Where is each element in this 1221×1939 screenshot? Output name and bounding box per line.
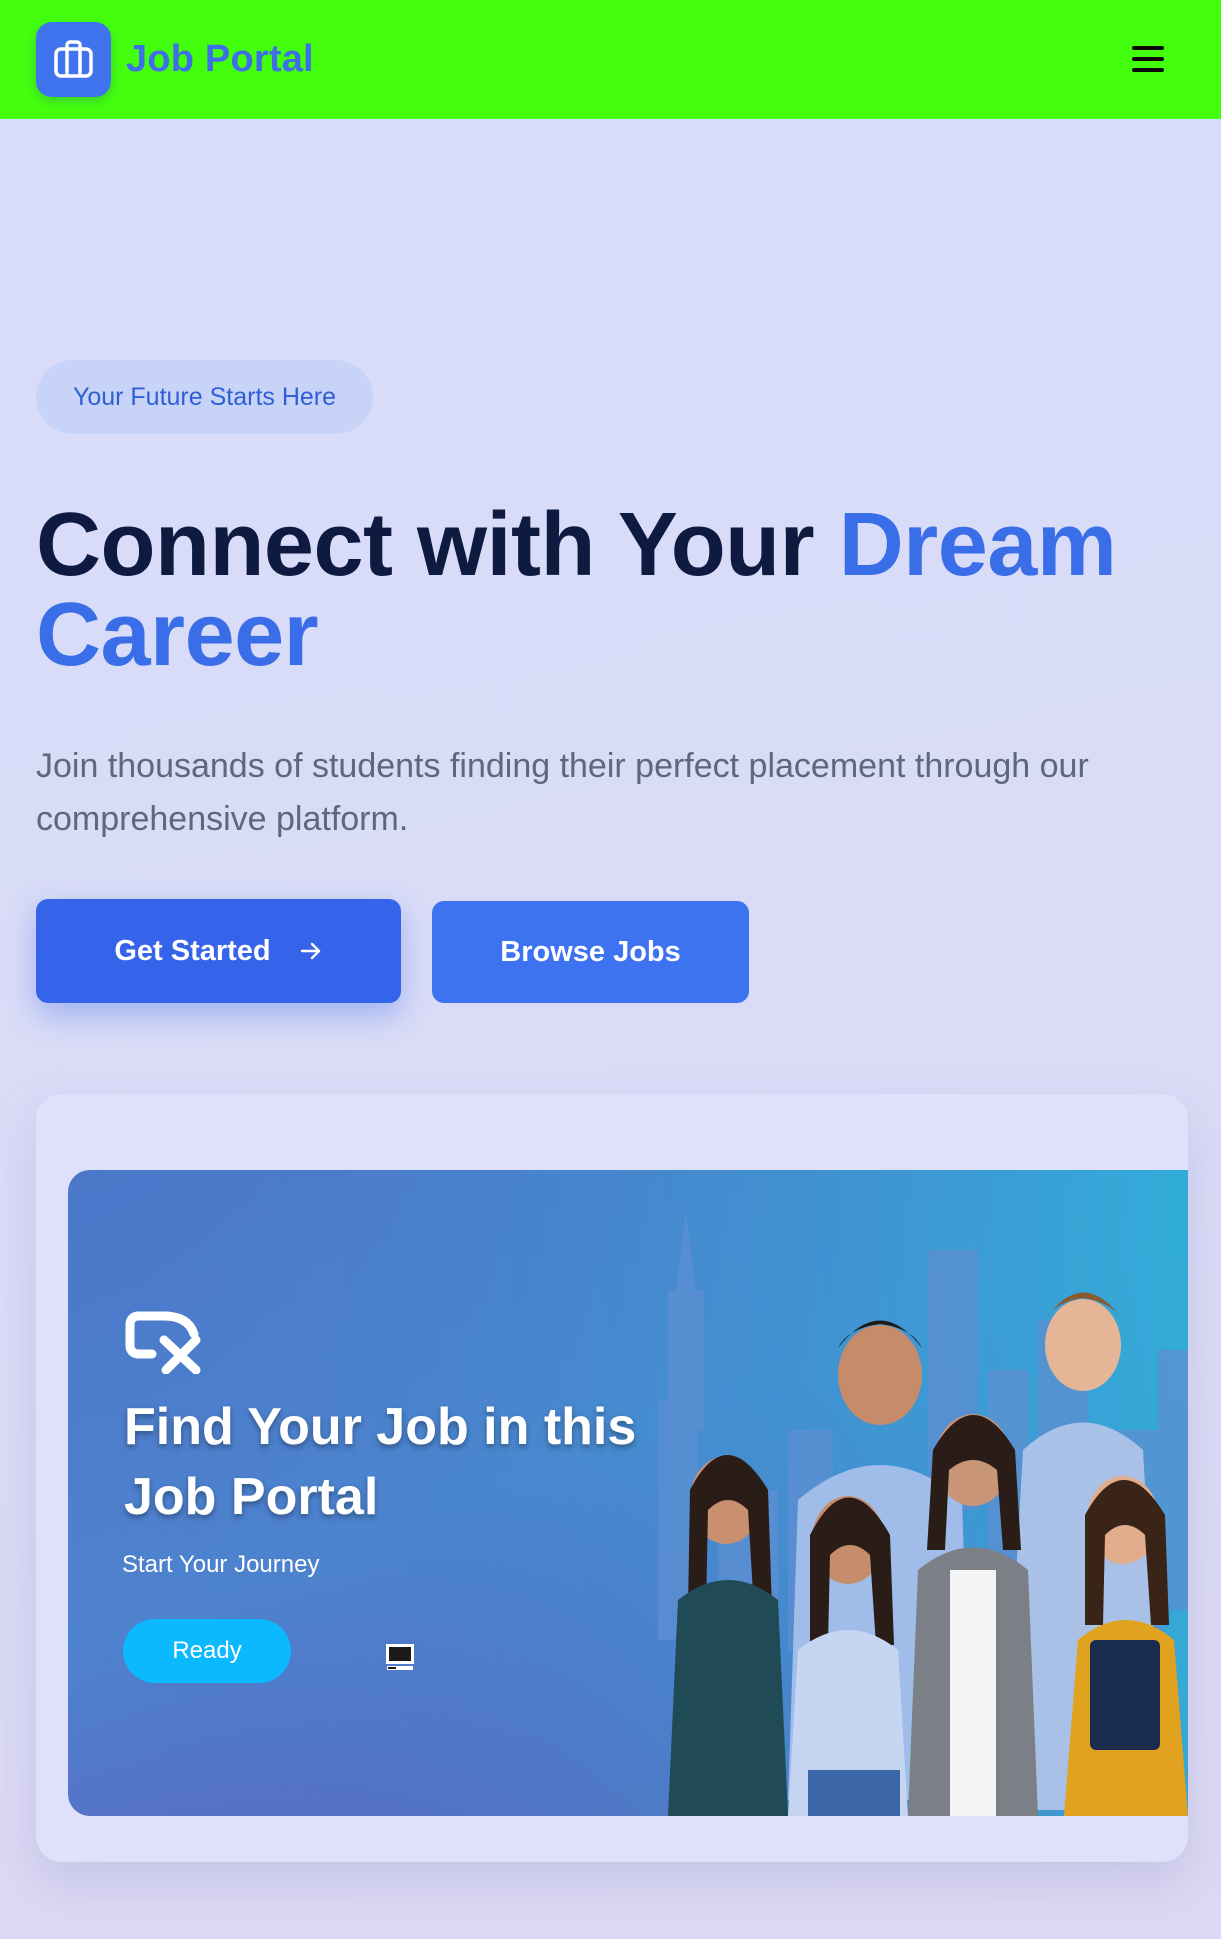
- tagline-badge: Your Future Starts Here: [36, 360, 373, 434]
- top-navigation-bar: Job Portal: [0, 0, 1221, 119]
- headline-main: Connect with Your: [36, 495, 815, 595]
- get-started-label: Get Started: [114, 934, 271, 967]
- ready-button[interactable]: Ready: [123, 1619, 291, 1683]
- banner-subtitle: Start Your Journey: [122, 1551, 320, 1578]
- page-headline: Connect with Your Dream Career: [36, 500, 1186, 680]
- browse-jobs-button[interactable]: Browse Jobs: [432, 901, 749, 1003]
- brand-name[interactable]: Job Portal: [126, 38, 314, 81]
- hamburger-menu-icon[interactable]: [1130, 43, 1166, 75]
- job-search-logo-icon: [125, 1311, 201, 1374]
- hero-subtitle: Join thousands of students finding their…: [36, 747, 1089, 838]
- monitor-icon: [386, 1644, 414, 1670]
- arrow-right-icon: [300, 942, 320, 960]
- promo-banner: Find Your Job in this Job Portal Start Y…: [68, 1170, 1188, 1816]
- banner-title: Find Your Job in this Job Portal: [124, 1398, 637, 1526]
- get-started-button[interactable]: Get Started: [36, 899, 401, 1003]
- briefcase-icon[interactable]: [36, 22, 111, 97]
